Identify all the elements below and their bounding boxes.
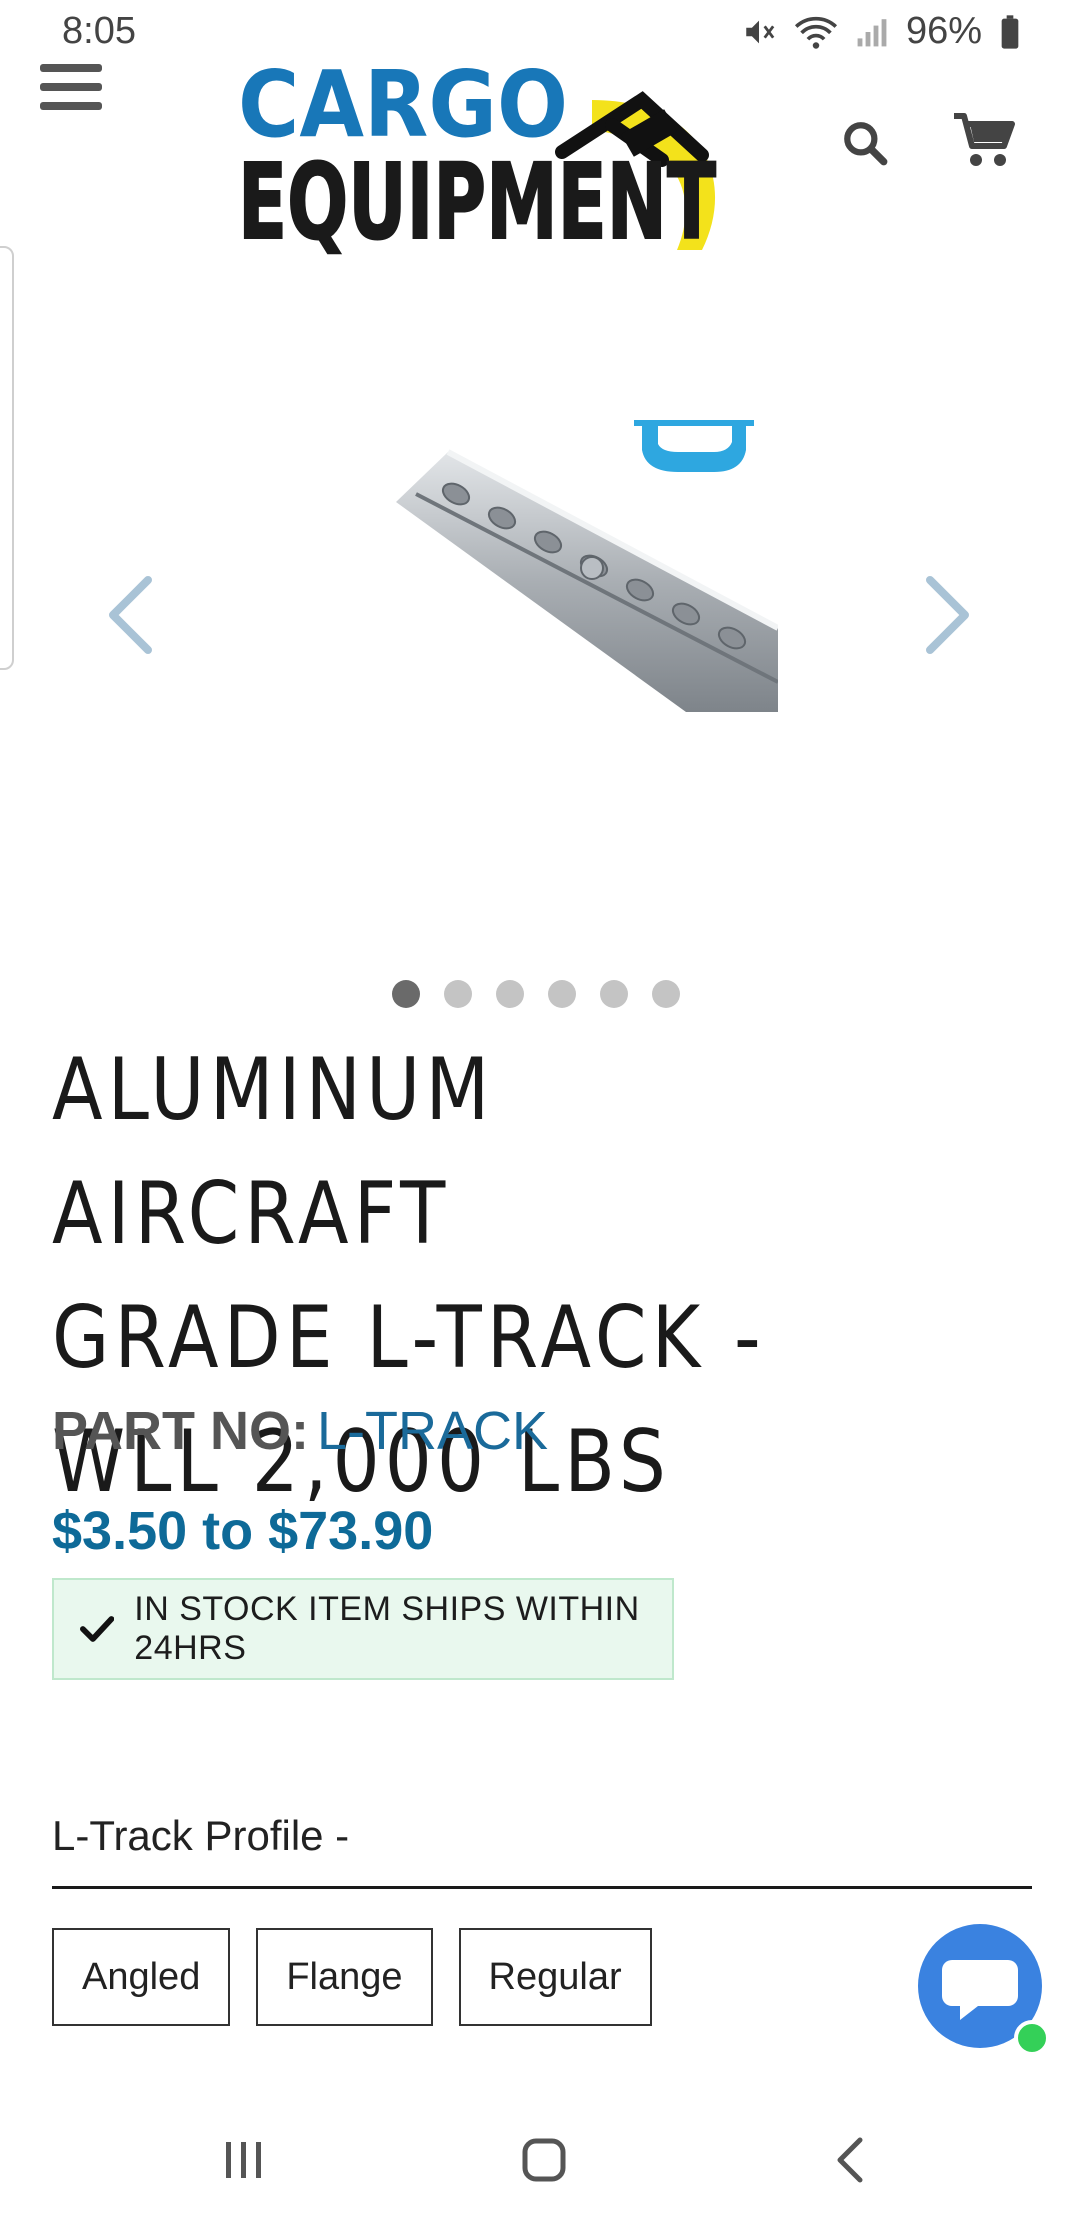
status-icons: 96% xyxy=(742,10,1020,53)
gallery-dot[interactable] xyxy=(600,980,628,1008)
logo-text-bottom: EQUIPMENT xyxy=(238,141,716,260)
profile-options: Angled Flange Regular xyxy=(52,1928,652,2026)
gallery-dot[interactable] xyxy=(496,980,524,1008)
wifi-icon xyxy=(794,16,837,49)
gallery-pagination xyxy=(392,980,680,1008)
recent-apps-icon[interactable] xyxy=(222,2138,266,2187)
product-image[interactable] xyxy=(396,416,780,716)
stock-status-badge: IN STOCK ITEM SHIPS WITHIN 24HRS xyxy=(52,1578,674,1680)
gallery-dot[interactable] xyxy=(392,980,420,1008)
back-icon[interactable] xyxy=(830,2136,870,2189)
option-flange-button[interactable]: Flange xyxy=(256,1928,433,2026)
online-status-dot xyxy=(1014,2020,1050,2056)
battery-percent: 96% xyxy=(905,10,982,52)
gallery-dot[interactable] xyxy=(444,980,472,1008)
battery-icon xyxy=(1001,14,1019,49)
divider xyxy=(52,1886,1032,1889)
chevron-right-icon[interactable] xyxy=(910,570,980,660)
search-icon[interactable] xyxy=(840,118,890,168)
status-time: 8:05 xyxy=(62,10,136,52)
part-number-value: L-TRACK xyxy=(316,1401,549,1461)
cargo-equipment-logo[interactable]: CARGO EQUIPMENT xyxy=(232,51,752,264)
option-regular-button[interactable]: Regular xyxy=(458,1928,652,2026)
gallery-dot[interactable] xyxy=(548,980,576,1008)
cart-icon[interactable] xyxy=(952,110,1016,170)
product-title-line: ALUMINUM AIRCRAFT xyxy=(52,1040,495,1264)
mute-icon xyxy=(746,20,775,43)
product-title-line: GRADE L-TRACK - xyxy=(52,1288,766,1388)
price-range: $3.50 to $73.90 xyxy=(52,1501,434,1561)
option-angled-button[interactable]: Angled xyxy=(52,1928,231,2026)
stock-status-text: IN STOCK ITEM SHIPS WITHIN 24HRS xyxy=(134,1590,640,1667)
checkmark-icon xyxy=(80,1616,115,1642)
hamburger-menu-icon[interactable] xyxy=(40,64,102,116)
home-icon[interactable] xyxy=(522,2138,566,2187)
gallery-dot[interactable] xyxy=(652,980,680,1008)
side-drawer-handle[interactable] xyxy=(0,246,14,670)
option-group-label: L-Track Profile - xyxy=(52,1812,350,1859)
part-number: PART NO: L-TRACK xyxy=(52,1400,548,1462)
chevron-left-icon[interactable] xyxy=(98,570,168,660)
part-number-label: PART NO: xyxy=(52,1401,309,1461)
signal-icon xyxy=(857,18,887,46)
